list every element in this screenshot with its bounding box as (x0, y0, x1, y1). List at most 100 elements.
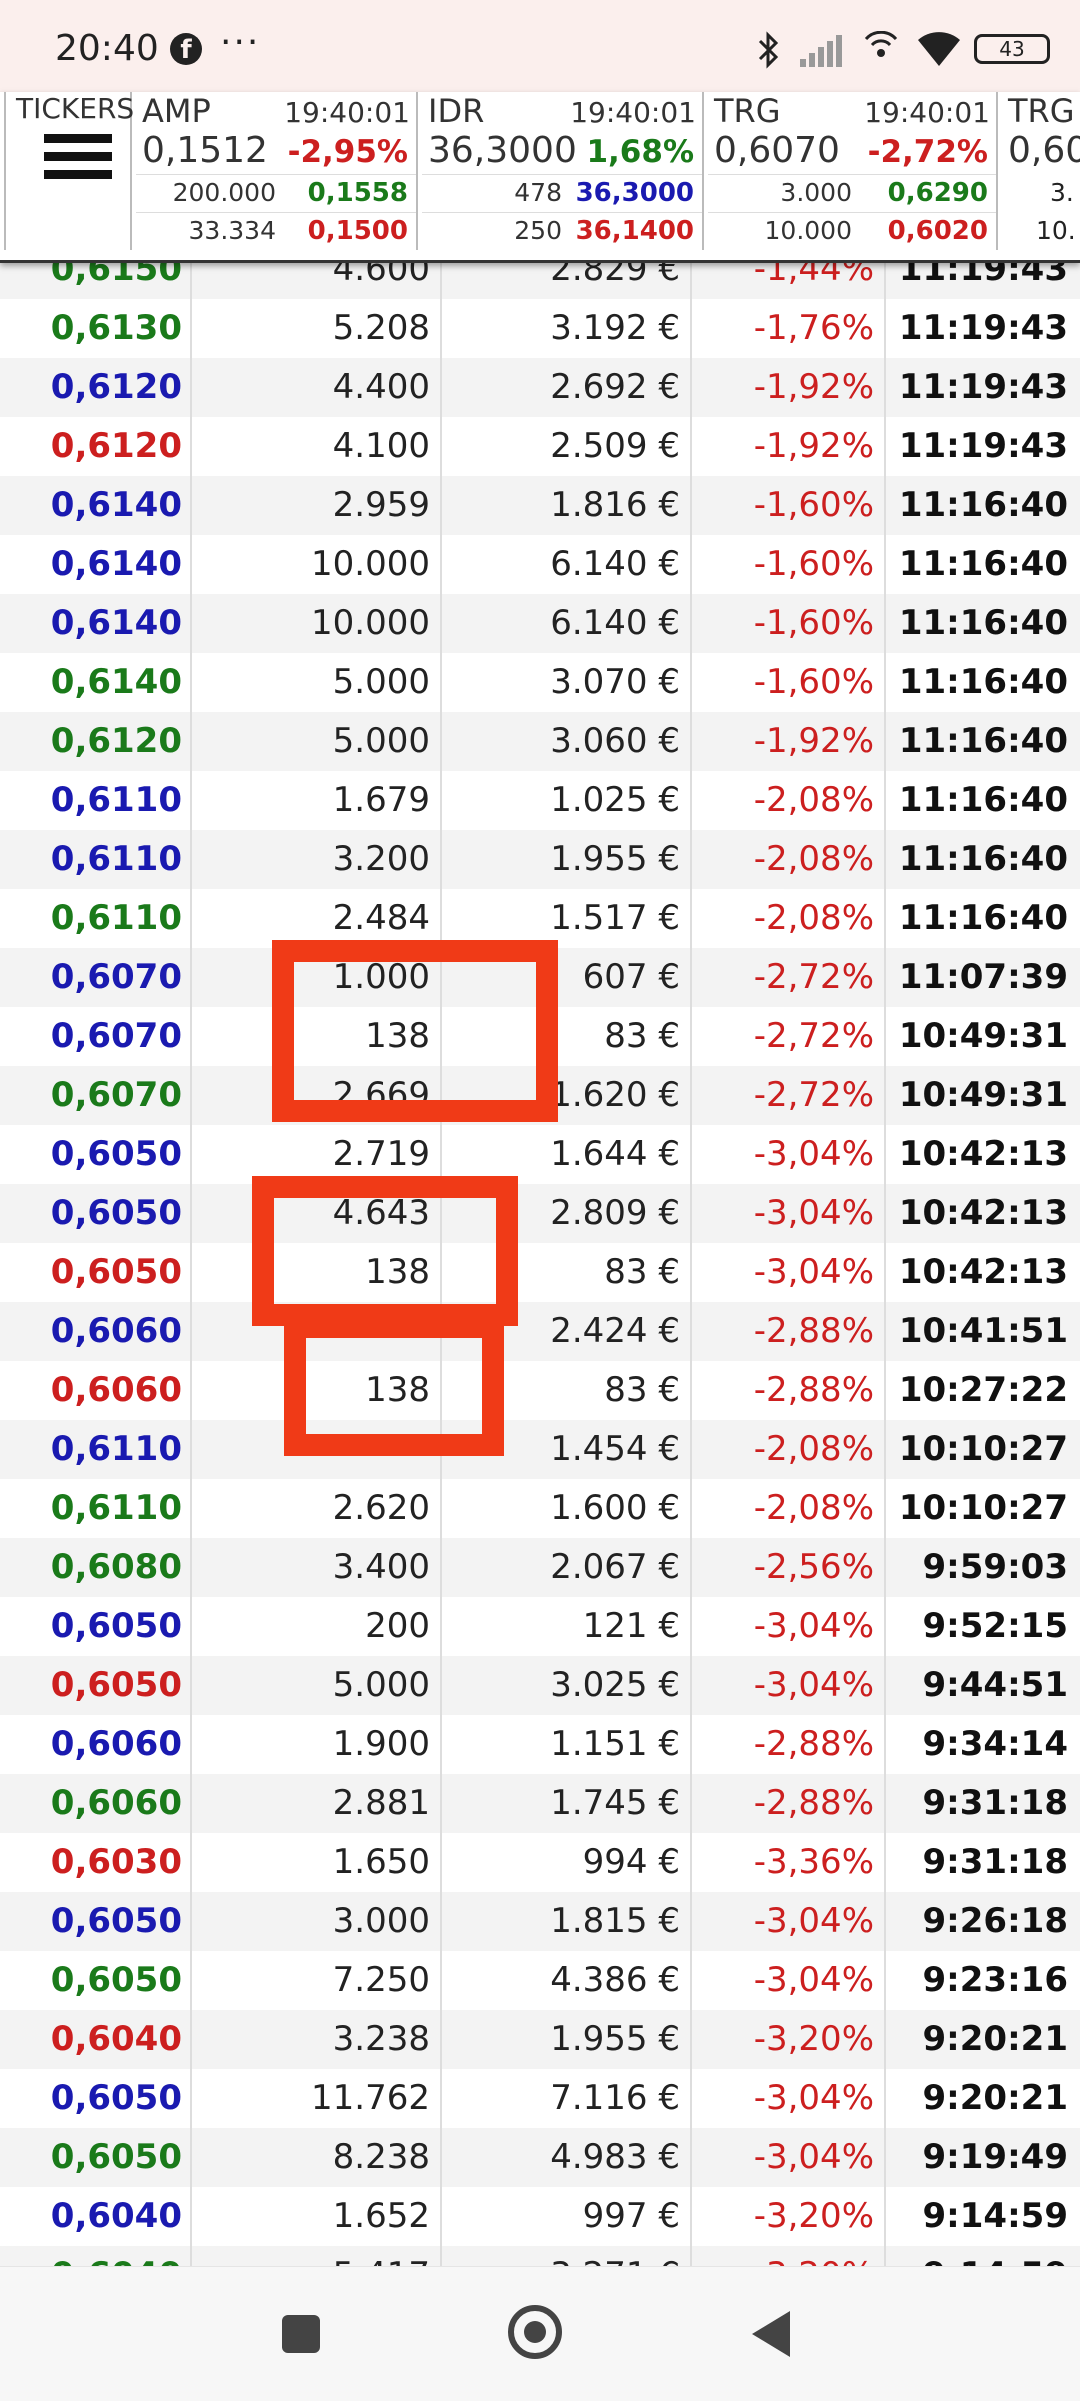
trade-quantity: 10.000 (192, 594, 442, 653)
table-row[interactable]: 0,6110 2.620 1.600 € -2,08% 10:10:27 (0, 1479, 1080, 1538)
trade-quantity: 11.762 (192, 2069, 442, 2128)
trade-value: 3.025 € (442, 1656, 692, 1715)
trade-change: -2,72% (692, 948, 886, 1007)
trade-change: -3,04% (692, 1892, 886, 1951)
ticker-bid-qty: 200.000 (172, 178, 276, 207)
table-row[interactable]: 0,6110 3.200 1.955 € -2,08% 11:16:40 (0, 830, 1080, 889)
ticker-price: 36,3000 (428, 130, 577, 171)
table-row[interactable]: 0,6080 3.400 2.067 € -2,56% 9:59:03 (0, 1538, 1080, 1597)
table-row[interactable]: 0,6050 5.000 3.025 € -3,04% 9:44:51 (0, 1656, 1080, 1715)
trade-change: -1,60% (692, 476, 886, 535)
table-row[interactable]: 0,6050 200 121 € -3,04% 9:52:15 (0, 1597, 1080, 1656)
table-row[interactable]: 0,6140 10.000 6.140 € -1,60% 11:16:40 (0, 594, 1080, 653)
trade-quantity: 3.200 (192, 830, 442, 889)
trade-time: 9:34:14 (922, 1724, 1068, 1764)
system-nav-bar (0, 2266, 1080, 2401)
trade-price: 0,6130 (0, 299, 192, 358)
trade-time: 9:26:18 (922, 1901, 1068, 1941)
table-row[interactable]: 0,6110 1.679 1.025 € -2,08% 11:16:40 (0, 771, 1080, 830)
table-row[interactable]: 0,6120 4.400 2.692 € -1,92% 11:19:43 (0, 358, 1080, 417)
table-row[interactable]: 0,6050 4.643 2.809 € -3,04% 10:42:13 (0, 1184, 1080, 1243)
ticker-card-amp[interactable]: AMP 19:40:01 0,1512 -2,95% 200.000 0,155… (136, 92, 418, 250)
trade-quantity: 5.000 (192, 712, 442, 771)
ticker-card-trg-partial[interactable]: TRG 0,60 3. 10. (1002, 92, 1080, 250)
table-row[interactable]: 0,6050 7.250 4.386 € -3,04% 9:23:16 (0, 1951, 1080, 2010)
trade-time: 9:44:51 (922, 1665, 1068, 1705)
trade-price: 0,6040 (0, 2187, 192, 2246)
trade-time: 11:16:40 (898, 544, 1068, 584)
back-icon[interactable] (752, 2311, 790, 2357)
ticker-bid-qty: 3.000 (780, 178, 852, 207)
trade-price: 0,6050 (0, 1951, 192, 2010)
table-row[interactable]: 0,6060 1.900 1.151 € -2,88% 9:34:14 (0, 1715, 1080, 1774)
trade-price: 0,6050 (0, 1243, 192, 1302)
table-row[interactable]: 0,6060 2.424 € -2,88% 10:41:51 (0, 1302, 1080, 1361)
table-row[interactable]: 0,6050 2.719 1.644 € -3,04% 10:42:13 (0, 1125, 1080, 1184)
ticker-symbol: TRG (714, 92, 781, 130)
tickers-menu-button[interactable]: TICKERS (4, 92, 134, 250)
trade-value: 121 € (442, 1597, 692, 1656)
table-row[interactable]: 0,6110 1.454 € -2,08% 10:10:27 (0, 1420, 1080, 1479)
ticker-card-trg[interactable]: TRG 19:40:01 0,6070 -2,72% 3.000 0,6290 … (708, 92, 998, 250)
trade-value: 994 € (442, 1833, 692, 1892)
trade-value: 1.745 € (442, 1774, 692, 1833)
battery-icon: 43 (974, 34, 1050, 64)
trade-quantity: 3.238 (192, 2010, 442, 2069)
trade-time: 9:14:59 (922, 2196, 1068, 2236)
ticker-price: 0,6070 (714, 130, 840, 171)
table-row[interactable]: 0,6060 138 83 € -2,88% 10:27:22 (0, 1361, 1080, 1420)
ticker-ask-price: 36,1400 (575, 216, 694, 246)
table-row[interactable]: 0,6130 5.208 3.192 € -1,76% 11:19:43 (0, 299, 1080, 358)
trade-price: 0,6070 (0, 948, 192, 1007)
table-row[interactable]: 0,6140 5.000 3.070 € -1,60% 11:16:40 (0, 653, 1080, 712)
trade-time: 11:16:40 (898, 721, 1068, 761)
table-row[interactable]: 0,6060 2.881 1.745 € -2,88% 9:31:18 (0, 1774, 1080, 1833)
trade-change: -1,92% (692, 358, 886, 417)
trade-quantity: 200 (192, 1597, 442, 1656)
home-dot-icon (524, 2321, 546, 2343)
trade-value: 4.983 € (442, 2128, 692, 2187)
table-row[interactable]: 0,6050 3.000 1.815 € -3,04% 9:26:18 (0, 1892, 1080, 1951)
trade-quantity: 3.000 (192, 1892, 442, 1951)
table-row[interactable]: 0,6040 3.238 1.955 € -3,20% 9:20:21 (0, 2010, 1080, 2069)
table-row[interactable]: 0,6040 1.652 997 € -3,20% 9:14:59 (0, 2187, 1080, 2246)
ticker-card-idr[interactable]: IDR 19:40:01 36,3000 1,68% 478 36,3000 2… (422, 92, 704, 250)
trade-change: -3,04% (692, 2069, 886, 2128)
trade-value: 2.692 € (442, 358, 692, 417)
ticker-ask-price: 0,1500 (307, 216, 408, 246)
table-row[interactable]: 0,6120 4.100 2.509 € -1,92% 11:19:43 (0, 417, 1080, 476)
trade-quantity: 1.650 (192, 1833, 442, 1892)
table-row[interactable]: 0,6140 10.000 6.140 € -1,60% 11:16:40 (0, 535, 1080, 594)
trade-price: 0,6110 (0, 889, 192, 948)
table-row[interactable]: 0,6120 5.000 3.060 € -1,92% 11:16:40 (0, 712, 1080, 771)
trade-time: 11:16:40 (898, 780, 1068, 820)
table-row[interactable]: 0,6050 138 83 € -3,04% 10:42:13 (0, 1243, 1080, 1302)
ticker-symbol: AMP (142, 92, 211, 130)
trade-value: 3.192 € (442, 299, 692, 358)
trade-quantity: 5.000 (192, 1656, 442, 1715)
highlight-box-3 (284, 1316, 504, 1456)
trade-quantity: 2.620 (192, 1479, 442, 1538)
table-row[interactable]: 0,6050 11.762 7.116 € -3,04% 9:20:21 (0, 2069, 1080, 2128)
trade-quantity: 10.000 (192, 535, 442, 594)
trade-time: 11:19:43 (898, 367, 1068, 407)
trade-quantity: 2.881 (192, 1774, 442, 1833)
table-row[interactable]: 0,6050 8.238 4.983 € -3,04% 9:19:49 (0, 2128, 1080, 2187)
trade-quantity: 5.000 (192, 653, 442, 712)
trade-change: -1,60% (692, 653, 886, 712)
trade-change: -3,04% (692, 1125, 886, 1184)
trade-change: -2,56% (692, 1538, 886, 1597)
trade-price: 0,6030 (0, 1833, 192, 1892)
trades-table: 0,6150 4.600 2.829 € -1,44% 11:19:43 0,6130 5.… (0, 240, 1080, 2305)
trade-price: 0,6060 (0, 1361, 192, 1420)
recent-apps-icon[interactable] (282, 2315, 320, 2353)
trade-price: 0,6110 (0, 1420, 192, 1479)
table-row[interactable]: 0,6030 1.650 994 € -3,36% 9:31:18 (0, 1833, 1080, 1892)
table-row[interactable]: 0,6140 2.959 1.816 € -1,60% 11:16:40 (0, 476, 1080, 535)
trade-change: -1,92% (692, 417, 886, 476)
trade-time: 11:07:39 (898, 957, 1068, 997)
trade-time: 10:49:31 (898, 1075, 1068, 1115)
trade-price: 0,6110 (0, 1479, 192, 1538)
trade-change: -1,60% (692, 535, 886, 594)
bluetooth-icon (758, 31, 779, 69)
